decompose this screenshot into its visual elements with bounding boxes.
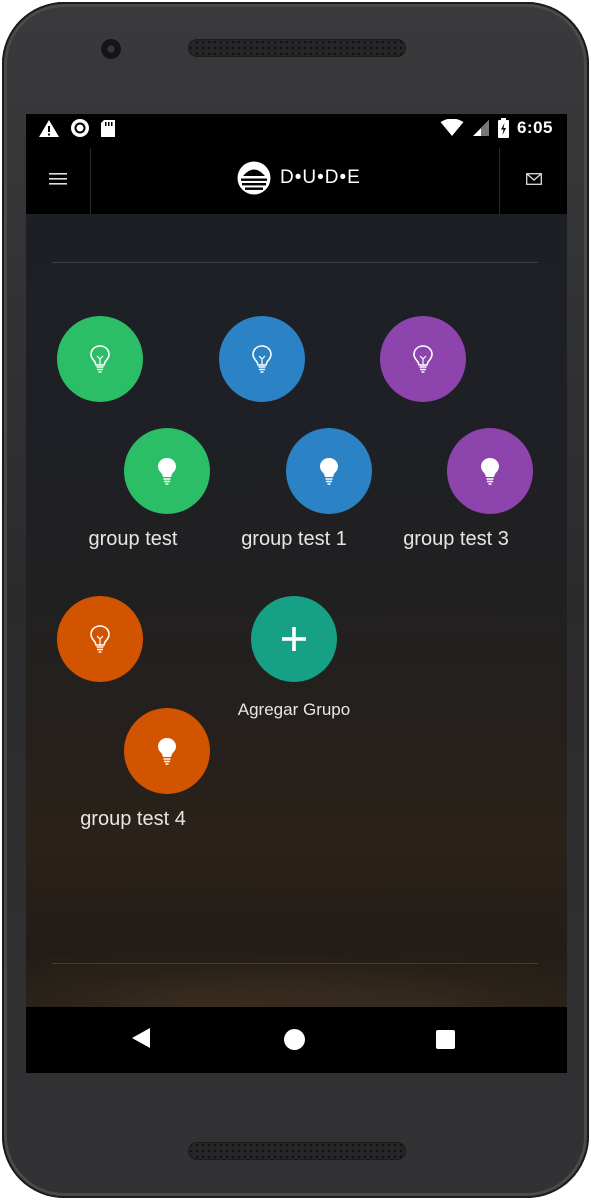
group-back-circle bbox=[57, 596, 143, 682]
mail-button[interactable] bbox=[501, 144, 567, 214]
group-back-circle bbox=[219, 316, 305, 402]
lightbulb-icon bbox=[158, 458, 176, 485]
lightbulb-icon bbox=[481, 458, 499, 485]
home-icon[interactable] bbox=[284, 1029, 305, 1050]
add-group-label: Agregar Grupo bbox=[237, 700, 351, 719]
status-time: 6:05 bbox=[516, 118, 553, 137]
mail-icon bbox=[526, 173, 542, 185]
app-bar: D•U•D•E bbox=[26, 144, 567, 214]
cell-signal-icon bbox=[472, 120, 489, 136]
group-front-circle[interactable] bbox=[286, 428, 372, 514]
app-logo: D•U•D•E bbox=[236, 160, 361, 196]
menu-button[interactable] bbox=[26, 144, 90, 214]
hamburger-menu-icon bbox=[49, 173, 67, 185]
app-title: D•U•D•E bbox=[280, 167, 361, 188]
recents-icon[interactable] bbox=[436, 1030, 455, 1049]
wifi-icon bbox=[440, 119, 464, 136]
app-bar-divider-left bbox=[90, 148, 91, 214]
group-label: group test 4 bbox=[80, 808, 186, 830]
group-back-circle bbox=[57, 316, 143, 402]
lightbulb-icon bbox=[320, 458, 338, 485]
group-front-circle[interactable] bbox=[124, 428, 210, 514]
lightbulb-icon bbox=[158, 738, 176, 765]
plus-icon bbox=[282, 627, 306, 651]
battery-charging-icon bbox=[497, 118, 509, 138]
add-group-circle[interactable] bbox=[251, 596, 337, 682]
app-bar-divider-right bbox=[499, 148, 500, 214]
dude-logo-icon bbox=[237, 161, 271, 195]
lightbulb-outline-icon bbox=[252, 345, 272, 373]
sync-icon bbox=[71, 119, 89, 137]
group-front-circle[interactable] bbox=[447, 428, 533, 514]
phone-frame: 6:05 D•U•D•E group test group test 1 gro… bbox=[2, 2, 589, 1198]
earpiece-speaker bbox=[188, 39, 406, 57]
city-background bbox=[26, 937, 567, 1007]
lightbulb-outline-icon bbox=[90, 345, 110, 373]
warning-icon bbox=[39, 119, 59, 137]
group-label: group test 1 bbox=[241, 528, 347, 550]
bottom-separator bbox=[52, 963, 538, 964]
group-label: group test bbox=[88, 528, 178, 550]
sd-card-icon bbox=[101, 119, 115, 137]
group-back-circle bbox=[380, 316, 466, 402]
screen: 6:05 D•U•D•E group test group test 1 gro… bbox=[26, 114, 567, 1073]
status-bar: 6:05 bbox=[26, 114, 567, 144]
group-front-circle[interactable] bbox=[124, 708, 210, 794]
system-nav-bar bbox=[26, 1007, 567, 1073]
lightbulb-outline-icon bbox=[413, 345, 433, 373]
bottom-speaker bbox=[188, 1142, 406, 1160]
back-icon[interactable] bbox=[130, 1026, 152, 1050]
groups-content: group test group test 1 group test 3 gro… bbox=[26, 214, 567, 1007]
front-camera bbox=[101, 39, 121, 59]
group-label: group test 3 bbox=[403, 528, 509, 550]
lightbulb-outline-icon bbox=[90, 625, 110, 653]
top-separator bbox=[52, 262, 538, 263]
